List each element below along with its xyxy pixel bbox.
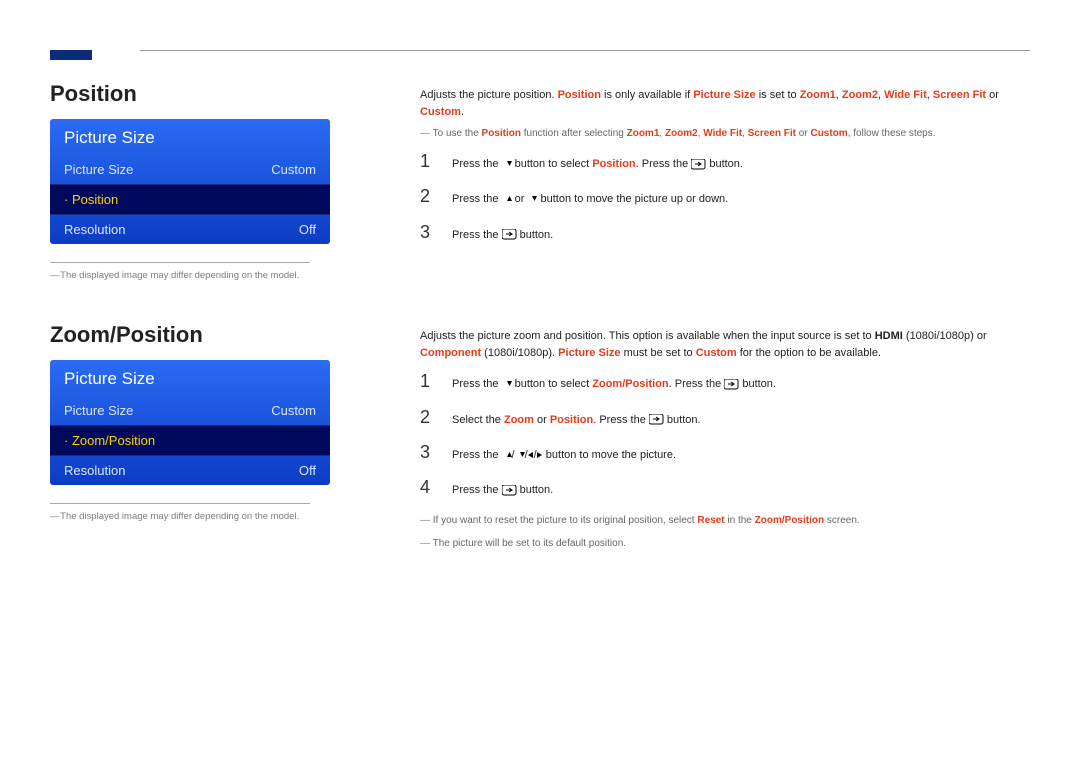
- menu-title: Picture Size: [50, 360, 330, 396]
- menu-row-selected[interactable]: Position: [50, 184, 330, 215]
- enter-icon: [502, 485, 517, 496]
- enter-icon: [691, 159, 706, 170]
- left-icon: [528, 452, 534, 459]
- intro-note-position: To use the Position function after selec…: [420, 126, 1030, 141]
- end-note-1: If you want to reset the picture to its …: [420, 513, 1030, 528]
- step-number: 3: [420, 442, 434, 463]
- menu-row[interactable]: Resolution Off: [50, 215, 330, 244]
- end-note-2: The picture will be set to its default p…: [420, 536, 1030, 551]
- step-row: 3 Press the /// button to move the pictu…: [420, 442, 1030, 463]
- top-rule: [140, 50, 1030, 51]
- menu-row-value: Custom: [271, 162, 316, 177]
- steps-position: 1 Press the button to select Position. P…: [420, 151, 1030, 243]
- menu-row-label: Resolution: [64, 222, 125, 237]
- section-zoom-position: Zoom/Position Picture Size Picture Size …: [50, 322, 1030, 559]
- step-row: 4 Press the button.: [420, 477, 1030, 498]
- menu-row-selected[interactable]: Zoom/Position: [50, 425, 330, 456]
- divider: [50, 503, 310, 504]
- menu-row[interactable]: Picture Size Custom: [50, 396, 330, 425]
- down-icon: [502, 381, 512, 387]
- menu-row-value: Custom: [271, 403, 316, 418]
- step-text: Press the button to select Zoom/Position…: [452, 377, 776, 392]
- step-number: 1: [420, 151, 434, 172]
- step-row: 1 Press the button to select Position. P…: [420, 151, 1030, 172]
- menu-row-label: Zoom/Position: [64, 433, 155, 448]
- step-text: Press the button.: [452, 228, 553, 243]
- enter-icon: [502, 229, 517, 240]
- image-differ-note: The displayed image may differ depending…: [50, 510, 350, 523]
- menu-title: Picture Size: [50, 119, 330, 155]
- step-number: 1: [420, 371, 434, 392]
- step-row: 3 Press the button.: [420, 222, 1030, 243]
- step-row: 2 Select the Zoom or Position. Press the…: [420, 407, 1030, 428]
- step-number: 2: [420, 407, 434, 428]
- menu-box-position: Picture Size Picture Size Custom Positio…: [50, 119, 330, 244]
- step-number: 2: [420, 186, 434, 207]
- page-accent-bar: [50, 50, 92, 60]
- up-icon: [502, 196, 512, 202]
- step-text: Press the button to select Position. Pre…: [452, 157, 743, 172]
- step-row: 2 Press the or button to move the pictur…: [420, 186, 1030, 207]
- step-text: Press the or button to move the picture …: [452, 192, 728, 207]
- heading-zoom-position: Zoom/Position: [50, 322, 350, 348]
- heading-position: Position: [50, 81, 350, 107]
- down-icon: [515, 452, 525, 458]
- step-text: Press the button.: [452, 483, 553, 498]
- step-number: 4: [420, 477, 434, 498]
- section-position: Position Picture Size Picture Size Custo…: [50, 81, 1030, 282]
- image-differ-note: The displayed image may differ depending…: [50, 269, 350, 282]
- intro-text-position: Adjusts the picture position. Position i…: [420, 87, 1030, 120]
- step-row: 1 Press the button to select Zoom/Positi…: [420, 371, 1030, 392]
- up-icon: [502, 452, 512, 458]
- menu-box-zoom: Picture Size Picture Size Custom Zoom/Po…: [50, 360, 330, 485]
- divider: [50, 262, 310, 263]
- intro-text-zoom: Adjusts the picture zoom and position. T…: [420, 328, 1030, 361]
- menu-row-value: Off: [299, 463, 316, 478]
- step-text: Select the Zoom or Position. Press the b…: [452, 413, 701, 428]
- menu-row-value: Off: [299, 222, 316, 237]
- menu-row-label: Picture Size: [64, 403, 133, 418]
- step-text: Press the /// button to move the picture…: [452, 448, 676, 463]
- enter-icon: [724, 379, 739, 390]
- steps-zoom: 1 Press the button to select Zoom/Positi…: [420, 371, 1030, 499]
- menu-row-label: Position: [64, 192, 118, 207]
- step-number: 3: [420, 222, 434, 243]
- down-icon: [502, 161, 512, 167]
- enter-icon: [649, 414, 664, 425]
- menu-row[interactable]: Resolution Off: [50, 456, 330, 485]
- menu-row[interactable]: Picture Size Custom: [50, 155, 330, 184]
- menu-row-label: Resolution: [64, 463, 125, 478]
- menu-row-label: Picture Size: [64, 162, 133, 177]
- down-icon: [527, 196, 537, 202]
